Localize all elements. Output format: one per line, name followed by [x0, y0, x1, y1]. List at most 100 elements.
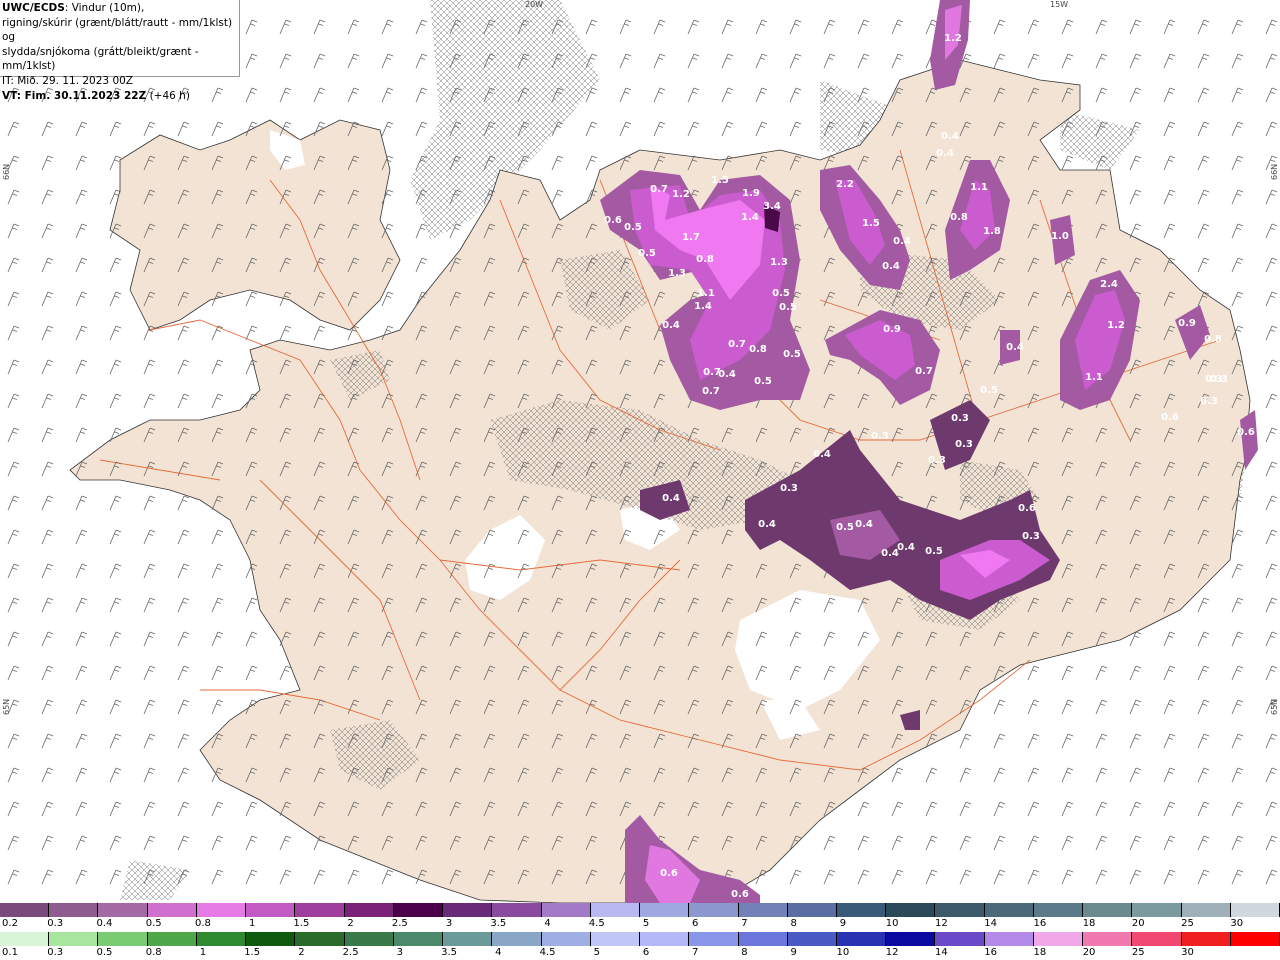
precip-value: 0.8: [696, 254, 714, 265]
legend-swatch: [344, 903, 394, 917]
precip-value: 0.4: [897, 542, 915, 553]
precip-value: 2.2: [836, 179, 854, 190]
precip-value: 0.4: [813, 449, 831, 460]
precip-value: 0.4: [718, 369, 736, 380]
legend-swatch: [295, 903, 345, 917]
legend-label: 0.4: [96, 918, 113, 929]
precip-value: 1.7: [682, 232, 700, 243]
precip-value: 0.4: [662, 493, 680, 504]
coord-15w: 15W: [1050, 0, 1069, 9]
legend-label: 1.5: [293, 918, 310, 929]
precip-value: 1.1: [1085, 372, 1103, 383]
legend-label: 2.5: [391, 918, 408, 929]
legend-swatch: [196, 903, 247, 917]
legend-swatch: [49, 932, 99, 946]
precip-value: 1.8: [983, 226, 1001, 237]
legend-label: 10: [836, 947, 850, 958]
precip-value: 0.7: [702, 386, 720, 397]
precip-value: 0.5: [638, 248, 656, 259]
coord-left-65n: 65N: [2, 698, 11, 715]
precip-value: 0.3: [1200, 396, 1218, 407]
legend-swatch: [541, 903, 591, 917]
legend-label: 6: [642, 947, 650, 958]
legend-label: 1: [199, 947, 207, 958]
legend-swatch: [1083, 903, 1133, 917]
legend-label: 0.1: [2, 947, 18, 958]
legend-label: 7: [692, 947, 699, 958]
legend-label: 16: [1033, 918, 1047, 929]
legend-swatch: [984, 903, 1034, 917]
precip-value: 0.4: [893, 236, 911, 247]
legend-swatch: [1033, 932, 1084, 946]
valid-time: VT: Fim. 30.11.2023 22Z: [2, 89, 147, 102]
weather-map[interactable]: 1.20.40.40.7 1.21.51.93.41.42.2 1.10.60.51…: [0, 0, 1280, 903]
legend-swatch: [541, 932, 591, 946]
legend-label: 4.5: [539, 947, 556, 958]
title-line1: : Vindur (10m),: [64, 2, 145, 14]
legend-label: 18: [1082, 918, 1096, 929]
legend-swatch: [1230, 903, 1280, 917]
legend-label: 20: [1082, 947, 1096, 958]
precip-value: 0.6: [1161, 412, 1179, 423]
precip-value: 0.6: [604, 215, 622, 226]
legend-label: 3: [396, 947, 404, 958]
legend-rain-labels: 0.1 0.3 0.5 0.8 1 1.5 2 2.5 3 3.5 4 4.5 5 6 7 8 9 10 12 14 1…: [0, 947, 1280, 960]
legend-swatch: [1132, 903, 1182, 917]
legend-label: 30: [1181, 947, 1194, 958]
product-name: UWC/ECDS: [2, 2, 65, 14]
precip-value: 1.9: [742, 188, 760, 199]
legend-swatch: [590, 932, 641, 946]
legend-label: 25: [1131, 947, 1145, 958]
legend-label: 4.5: [588, 918, 605, 929]
coord-20w: 20W: [525, 0, 544, 9]
legend-label: 3: [445, 918, 453, 929]
legend-label: 10: [885, 918, 899, 929]
legend-swatch: [1132, 932, 1182, 946]
precip-value: 0.5: [783, 349, 801, 360]
legend-label: 0.5: [145, 918, 162, 929]
title-box: UWC/ECDS: Vindur (10m), rigning/skúrir (…: [0, 0, 240, 102]
legend-swatch: [738, 903, 788, 917]
legend-swatch: [147, 932, 197, 946]
precip-value: 0.3: [928, 455, 946, 466]
precip-value: 1.5: [862, 218, 880, 229]
legend-label: 0.5: [96, 947, 113, 958]
precip-value: 0.9: [883, 324, 901, 335]
precip-value: 0.7: [728, 339, 746, 350]
legend-label: 5: [593, 947, 600, 958]
precip-value: 3.4: [763, 201, 781, 212]
legend-label: 18: [1033, 947, 1047, 958]
legend-label: 14: [984, 918, 997, 929]
legend-rain-row: [0, 932, 1280, 946]
legend-swatch: [640, 932, 690, 946]
precip-value: 0.6: [660, 868, 678, 879]
legend-label: 20: [1131, 918, 1145, 929]
legend-swatch: [1230, 932, 1280, 946]
precip-value: 0.3: [871, 431, 889, 442]
legend-label: 2: [298, 947, 305, 958]
coord-right-66n: 66N: [1270, 163, 1279, 180]
legend-swatch: [836, 903, 887, 917]
precip-value: 1.3: [668, 268, 686, 279]
precip-value: 0.4: [882, 261, 900, 272]
legend-swatch: [689, 932, 739, 946]
legend-swatch: [492, 932, 542, 946]
legend-label: 25: [1181, 918, 1194, 929]
precip-value: 0.4: [1006, 342, 1024, 353]
precip-value: 0.3: [780, 483, 798, 494]
precip-value: 0.3: [1210, 374, 1228, 385]
precip-value: 1.4: [741, 212, 759, 223]
legend-swatch: [836, 932, 887, 946]
precip-value: 0.7: [915, 366, 933, 377]
precip-value: 0.4: [941, 131, 959, 142]
legend-label: 7: [741, 918, 748, 929]
legend-swatch: [640, 903, 690, 917]
legend-label: 0.2: [2, 918, 18, 929]
legend-swatch: [393, 903, 444, 917]
legend-swatch: [443, 903, 493, 917]
legend-swatch: [492, 903, 542, 917]
precip-value: 0.4: [855, 519, 873, 530]
precip-value: 0.6: [1018, 503, 1036, 514]
legend-label: 0.8: [145, 947, 162, 958]
precip-value: 1.2: [944, 33, 962, 44]
